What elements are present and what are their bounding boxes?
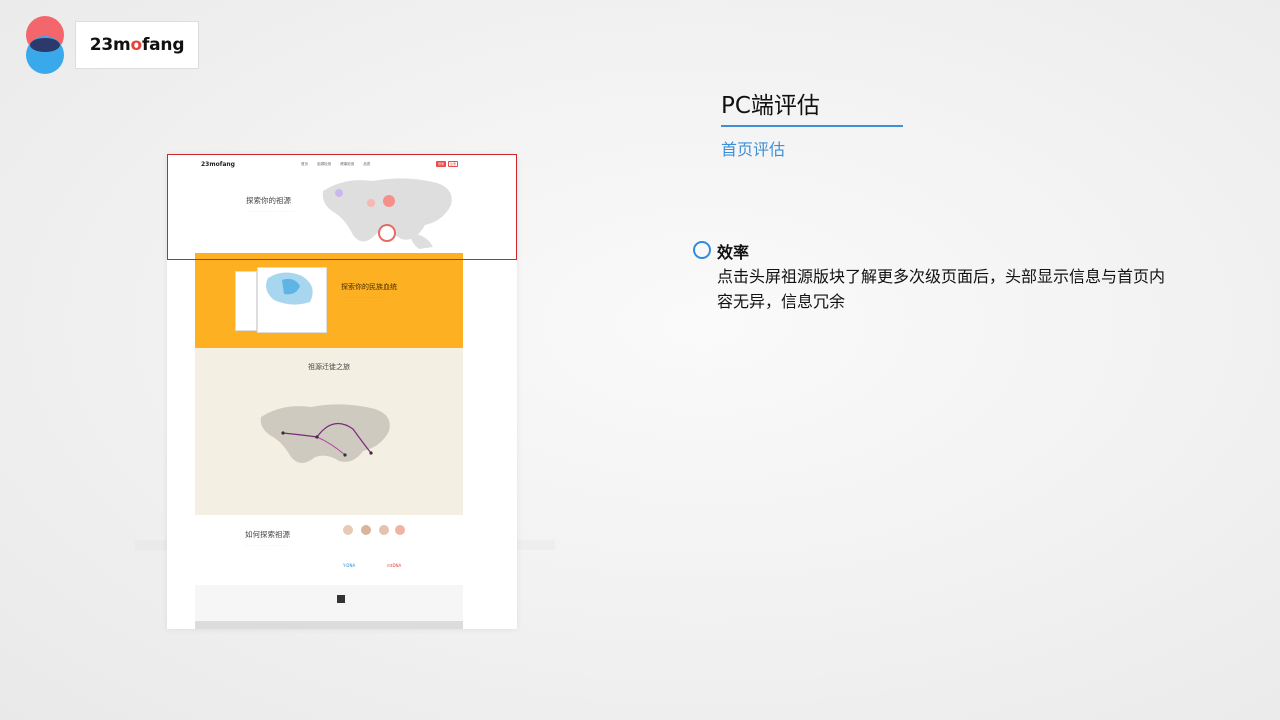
- page-subtitle: 首页评估: [721, 140, 786, 159]
- brand-name-part1: 23m: [89, 35, 131, 55]
- mock-beige-title: 祖源迁徙之旅: [308, 363, 350, 371]
- highlight-box: [167, 154, 517, 260]
- mock-orange-text: · · · · · · · · · · · · · · · · · · · · …: [341, 295, 384, 299]
- mock-qr-icon: [337, 595, 345, 603]
- mock-how-text: · · · · · · · · · · · · · · · · · · · · …: [245, 543, 290, 547]
- point-title: 效率: [717, 243, 750, 262]
- title-underline: [721, 125, 903, 127]
- mock-person-avatar: [343, 525, 353, 535]
- brand-mark-icon: [26, 16, 66, 74]
- mock-person-avatar: [361, 525, 371, 535]
- mock-ydna-label: Y-DNA: [343, 563, 356, 568]
- mock-region-map: [266, 272, 313, 305]
- mock-footer: [195, 585, 463, 621]
- page-title: PC端评估: [721, 93, 820, 119]
- brand-name-o: o: [130, 35, 142, 55]
- point-description: 点击头屏祖源版块了解更多次级页面后，头部显示信息与首页内容无异，信息冗余: [717, 267, 1166, 311]
- mock-how-title: 如何探索祖源: [245, 530, 290, 539]
- mock-orange-title: 探索你的民族血统: [341, 283, 397, 291]
- brand-logo: 23m o fang: [75, 21, 199, 69]
- mock-how-section: [195, 515, 463, 585]
- circle-bullet-icon: [693, 241, 711, 259]
- mock-orange-sidecard: [235, 271, 257, 331]
- mock-mtdna-label: mtDNA: [387, 563, 402, 568]
- mock-person-avatar: [395, 525, 405, 535]
- mock-footer-bar: [195, 621, 463, 629]
- mock-migration-map: [260, 404, 390, 463]
- brand-name-part2: fang: [141, 35, 185, 55]
- mock-orange-card: [257, 267, 327, 333]
- mock-person-avatar: [379, 525, 389, 535]
